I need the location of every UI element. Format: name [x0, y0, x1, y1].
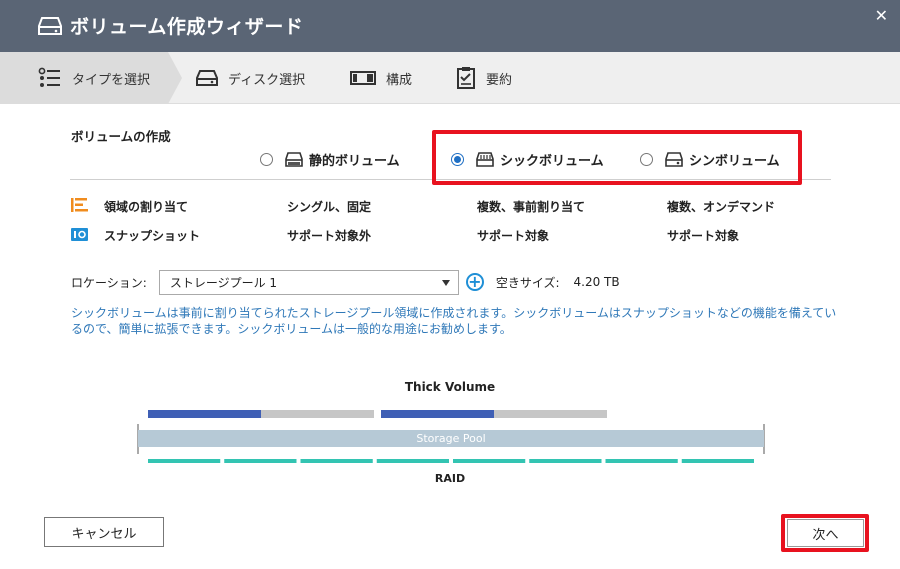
step-label: 要約: [486, 72, 513, 88]
raid-segment: [376, 459, 449, 463]
step-config: 構成: [350, 52, 412, 104]
location-value: ストレージプール 1: [169, 275, 278, 290]
step-select-type: タイプを選択: [0, 52, 168, 104]
step-disk: ディスク選択: [196, 52, 305, 104]
feature-name: スナップショット: [104, 229, 201, 243]
raid-segment: [453, 459, 526, 463]
radio-button[interactable]: [640, 153, 653, 166]
diagram-title: Thick Volume: [405, 380, 495, 394]
location-label: ロケーション:: [71, 275, 147, 290]
config-icon: [350, 71, 376, 85]
close-icon[interactable]: ✕: [875, 6, 888, 25]
option-label: シックボリューム: [500, 154, 604, 169]
radio-button-selected[interactable]: [451, 153, 464, 166]
raid-segment: [529, 459, 602, 463]
step-arrow: [168, 52, 182, 104]
location-select[interactable]: ストレージプール 1: [158, 269, 459, 295]
thin-volume-icon: [665, 152, 683, 167]
location-row: ロケーション: ストレージプール 1 + 空きサイズ: 4.20 TB: [71, 269, 620, 295]
disk-icon: [196, 70, 218, 86]
option-thick-volume[interactable]: シックボリューム: [451, 150, 604, 169]
feature-row-allocation: 領域の割り当て シングル、固定 複数、事前割り当て 複数、オンデマンド: [70, 196, 830, 216]
volume-type-selector: 静的ボリューム シックボリューム シンボリューム: [70, 146, 831, 180]
feature-value-thin: サポート対象: [667, 229, 740, 243]
summary-icon: [457, 67, 475, 89]
feature-row-snapshot: スナップショット サポート対象外 サポート対象 サポート対象: [70, 225, 830, 245]
title-bar: ボリューム作成ウィザード ✕: [0, 0, 900, 52]
raid-segment: [605, 459, 678, 463]
volume-free-bar: [261, 410, 374, 418]
feature-value-thick: サポート対象: [477, 229, 550, 243]
step-label: 構成: [386, 72, 413, 88]
hard-drive-icon: [38, 17, 62, 35]
step-label: タイプを選択: [72, 72, 151, 88]
volume-allocated-bar: [148, 410, 261, 418]
feature-value-static: サポート対象外: [287, 229, 372, 243]
feature-value-thin: 複数、オンデマンド: [667, 200, 776, 214]
add-pool-button[interactable]: +: [465, 273, 484, 291]
option-label: 静的ボリューム: [309, 154, 400, 169]
cancel-button[interactable]: キャンセル: [44, 517, 164, 547]
storage-pool-label: Storage Pool: [416, 432, 485, 445]
feature-name: 領域の割り当て: [104, 200, 189, 214]
raid-segments: [148, 459, 754, 463]
wizard-steps: タイプを選択 ディスク選択 構成 要約: [0, 52, 900, 104]
list-icon: [38, 67, 60, 87]
feature-value-thick: 複数、事前割り当て: [477, 200, 586, 214]
option-thin-volume[interactable]: シンボリューム: [640, 150, 780, 169]
raid-segment: [148, 459, 221, 463]
snapshot-icon: [71, 228, 88, 241]
volume-free-bar: [494, 410, 607, 418]
chevron-down-icon: [441, 279, 450, 286]
section-title: ボリュームの作成: [71, 129, 171, 144]
step-summary: 要約: [456, 52, 512, 104]
raid-segment: [681, 459, 754, 463]
volume-description: シックボリュームは事前に割り当てられたストレージプール領域に作成されます。シック…: [71, 306, 837, 336]
radio-button[interactable]: [260, 153, 273, 166]
option-label: シンボリューム: [689, 154, 780, 169]
free-size-value: 4.20 TB: [573, 275, 620, 289]
step-label: ディスク選択: [228, 72, 306, 88]
volume-allocated-bar: [381, 410, 494, 418]
storage-pool-bar: [138, 430, 764, 447]
static-volume-icon: [285, 152, 303, 167]
volume-bars: [148, 410, 607, 418]
option-static-volume[interactable]: 静的ボリューム: [260, 150, 400, 169]
thick-volume-icon: [476, 152, 494, 167]
raid-label: RAID: [435, 472, 465, 485]
raid-segment: [224, 459, 297, 463]
next-button[interactable]: 次へ: [787, 519, 864, 547]
raid-segment: [300, 459, 373, 463]
window-title: ボリューム作成ウィザード: [70, 16, 304, 38]
free-size-label: 空きサイズ:: [495, 275, 560, 290]
allocation-icon: [71, 198, 88, 212]
feature-value-static: シングル、固定: [287, 200, 372, 214]
